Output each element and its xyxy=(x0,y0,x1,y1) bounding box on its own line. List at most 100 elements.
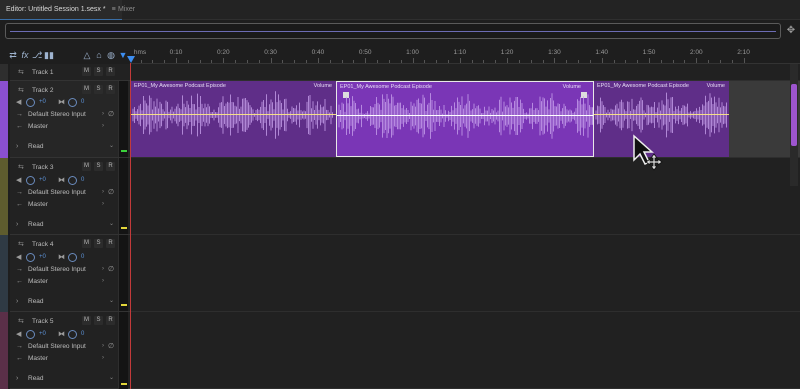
volume-knob[interactable] xyxy=(26,98,35,107)
chevron-down-icon[interactable]: ⌄ xyxy=(109,373,114,384)
pan-knob[interactable] xyxy=(68,330,77,339)
volume-value[interactable]: +0 xyxy=(39,252,46,263)
pan-knob[interactable] xyxy=(68,253,77,262)
volume-value[interactable]: +0 xyxy=(39,97,46,108)
chevron-down-icon[interactable]: ⌄ xyxy=(109,296,114,307)
output-dropdown[interactable]: Master xyxy=(28,276,48,287)
pan-value[interactable]: 0 xyxy=(81,252,84,263)
scrollbar-thumb[interactable] xyxy=(791,84,797,146)
automation-dropdown[interactable]: Read xyxy=(28,219,44,230)
solo-button[interactable]: S xyxy=(94,162,103,171)
automation-dropdown[interactable]: Read xyxy=(28,296,44,307)
tab-editor[interactable]: Editor: Untitled Session 1.sesx * ≡ xyxy=(0,0,122,20)
mute-button[interactable]: M xyxy=(82,85,91,94)
mute-button[interactable]: M xyxy=(82,67,91,76)
track-name[interactable]: Track 3 xyxy=(32,162,53,173)
track-lane-5[interactable] xyxy=(131,312,800,389)
volume-envelope[interactable] xyxy=(337,115,593,116)
volume-value[interactable]: +0 xyxy=(39,175,46,186)
phase-icon[interactable]: ∅ xyxy=(108,264,114,275)
audio-clip[interactable]: EP01_My Awesome Podcast Episode Volume xyxy=(131,81,336,157)
tab-mixer[interactable]: Mixer xyxy=(112,0,141,20)
record-button[interactable]: R xyxy=(106,316,115,325)
send-icon[interactable]: ⎇ xyxy=(32,48,42,62)
record-button[interactable]: R xyxy=(106,162,115,171)
chevron-right-icon[interactable]: › xyxy=(102,121,104,132)
vertical-scrollbar[interactable] xyxy=(790,64,798,186)
chevron-right-icon[interactable]: › xyxy=(102,341,104,352)
mute-button[interactable]: M xyxy=(82,239,91,248)
mute-button[interactable]: M xyxy=(82,316,91,325)
phase-icon[interactable]: ∅ xyxy=(108,187,114,198)
clip-volume-label[interactable]: Volume xyxy=(314,83,332,89)
expand-icon[interactable]: › xyxy=(16,141,18,152)
clip-volume-label[interactable]: Volume xyxy=(563,84,581,90)
collapse-icon[interactable]: ⇆ xyxy=(18,239,28,250)
timeline-ruler[interactable]: hms 0:10 0:20 0:30 0:40 0:50 1:00 1:10 1:20 1:30… xyxy=(130,48,800,64)
track-name[interactable]: Track 4 xyxy=(32,239,53,250)
chevron-right-icon[interactable]: › xyxy=(102,353,104,364)
monitor-icon[interactable]: ◍ xyxy=(106,48,116,62)
solo-button[interactable]: S xyxy=(94,239,103,248)
collapse-icon[interactable]: ⇆ xyxy=(18,67,28,78)
solo-button[interactable]: S xyxy=(94,85,103,94)
expand-icon[interactable]: › xyxy=(16,296,18,307)
track-lane-3[interactable] xyxy=(131,158,800,235)
chevron-right-icon[interactable]: › xyxy=(102,276,104,287)
volume-value[interactable]: +0 xyxy=(39,329,46,340)
output-dropdown[interactable]: Master xyxy=(28,121,48,132)
lock-icon[interactable]: ⌂ xyxy=(94,48,104,62)
input-dropdown[interactable]: Default Stereo Input xyxy=(28,341,86,352)
swap-icon[interactable]: ⇄ xyxy=(8,48,18,62)
chevron-right-icon[interactable]: › xyxy=(102,264,104,275)
track-name[interactable]: Track 5 xyxy=(32,316,53,327)
pan-value[interactable]: 0 xyxy=(81,97,84,108)
input-dropdown[interactable]: Default Stereo Input xyxy=(28,264,86,275)
collapse-icon[interactable]: ⇆ xyxy=(18,85,28,96)
pan-knob[interactable] xyxy=(68,98,77,107)
collapse-icon[interactable]: ⇆ xyxy=(18,316,28,327)
chevron-down-icon[interactable]: ⌄ xyxy=(109,141,114,152)
automation-dropdown[interactable]: Read xyxy=(28,141,44,152)
track-name[interactable]: Track 2 xyxy=(32,85,53,96)
expand-icon[interactable]: › xyxy=(16,219,18,230)
metronome-icon[interactable]: △ xyxy=(82,48,92,62)
volume-knob[interactable] xyxy=(26,330,35,339)
solo-button[interactable]: S xyxy=(94,316,103,325)
chevron-down-icon[interactable]: ⌄ xyxy=(109,219,114,230)
input-dropdown[interactable]: Default Stereo Input xyxy=(28,109,86,120)
pan-knob[interactable] xyxy=(68,176,77,185)
collapse-icon[interactable]: ⇆ xyxy=(18,162,28,173)
volume-knob[interactable] xyxy=(26,176,35,185)
track-name[interactable]: Track 1 xyxy=(32,67,53,78)
record-button[interactable]: R xyxy=(106,239,115,248)
output-dropdown[interactable]: Master xyxy=(28,353,48,364)
record-button[interactable]: R xyxy=(106,67,115,76)
solo-button[interactable]: S xyxy=(94,67,103,76)
phase-icon[interactable]: ∅ xyxy=(108,109,114,120)
input-dropdown[interactable]: Default Stereo Input xyxy=(28,187,86,198)
expand-icon[interactable]: › xyxy=(16,373,18,384)
pan-value[interactable]: 0 xyxy=(81,329,84,340)
zoom-to-fit-icon[interactable]: ✥ xyxy=(785,25,797,37)
bars-icon[interactable]: ▮▮ xyxy=(44,48,54,62)
record-button[interactable]: R xyxy=(106,85,115,94)
audio-clip-selected[interactable]: EP01_My Awesome Podcast Episode Volume xyxy=(336,81,594,157)
clip-volume-label[interactable]: Volume xyxy=(707,83,725,89)
playhead-handle[interactable] xyxy=(127,56,135,63)
output-dropdown[interactable]: Master xyxy=(28,199,48,210)
chevron-right-icon[interactable]: › xyxy=(102,199,104,210)
fx-icon[interactable]: fx xyxy=(20,48,30,62)
chevron-right-icon[interactable]: › xyxy=(102,187,104,198)
automation-dropdown[interactable]: Read xyxy=(28,373,44,384)
volume-envelope[interactable] xyxy=(594,114,729,115)
mute-button[interactable]: M xyxy=(82,162,91,171)
track-lane-1[interactable] xyxy=(131,64,800,81)
volume-envelope[interactable] xyxy=(131,114,336,115)
track-lane-4[interactable] xyxy=(131,235,800,312)
session-overview-bar[interactable] xyxy=(5,23,781,39)
volume-knob[interactable] xyxy=(26,253,35,262)
phase-icon[interactable]: ∅ xyxy=(108,341,114,352)
chevron-right-icon[interactable]: › xyxy=(102,109,104,120)
pan-value[interactable]: 0 xyxy=(81,175,84,186)
